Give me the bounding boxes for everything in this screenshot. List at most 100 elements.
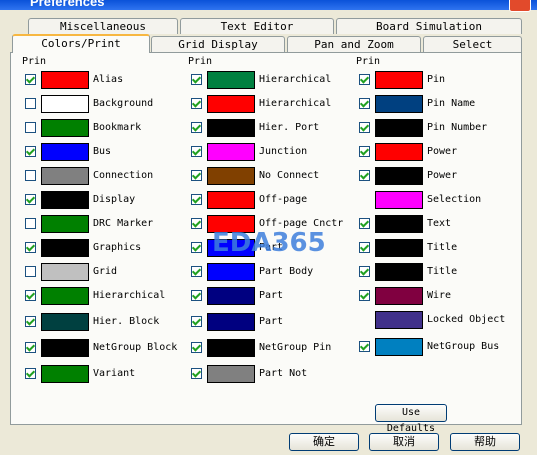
color-label: Variant: [93, 368, 136, 379]
print-checkbox[interactable]: [359, 341, 370, 352]
color-swatch[interactable]: [375, 167, 423, 185]
color-swatch[interactable]: [207, 143, 255, 161]
print-checkbox[interactable]: [25, 146, 36, 157]
color-swatch[interactable]: [207, 287, 255, 305]
title-bar: Preferences: [0, 0, 537, 12]
color-swatch[interactable]: [207, 191, 255, 209]
color-swatch[interactable]: [41, 339, 89, 357]
print-checkbox[interactable]: [191, 342, 202, 353]
color-swatch[interactable]: [375, 215, 423, 233]
color-swatch[interactable]: [375, 263, 423, 281]
ok-button[interactable]: 确定: [289, 433, 359, 451]
color-swatch[interactable]: [207, 119, 255, 137]
tab-text-editor[interactable]: Text Editor: [180, 18, 334, 34]
color-swatch[interactable]: [41, 365, 89, 383]
print-checkbox[interactable]: [191, 146, 202, 157]
color-swatch[interactable]: [375, 239, 423, 257]
print-checkbox[interactable]: [25, 74, 36, 85]
help-button[interactable]: 帮助: [450, 433, 520, 451]
color-swatch[interactable]: [375, 143, 423, 161]
print-checkbox[interactable]: [359, 218, 370, 229]
color-swatch[interactable]: [207, 95, 255, 113]
color-swatch[interactable]: [41, 287, 89, 305]
color-swatch[interactable]: [41, 167, 89, 185]
print-checkbox[interactable]: [25, 368, 36, 379]
color-label: No Connect: [259, 170, 320, 181]
color-label: Part Body: [259, 266, 314, 277]
print-checkbox[interactable]: [191, 316, 202, 327]
print-checkbox[interactable]: [191, 122, 202, 133]
tab-colors-print[interactable]: Colors/Print: [12, 34, 150, 53]
use-defaults-button[interactable]: Use Defaults: [375, 404, 447, 434]
print-checkbox[interactable]: [191, 242, 202, 253]
color-swatch[interactable]: [207, 339, 255, 357]
tab-select[interactable]: Select: [423, 36, 522, 52]
color-label: Part: [259, 316, 284, 327]
color-swatch[interactable]: [41, 263, 89, 281]
color-swatch[interactable]: [375, 119, 423, 137]
color-swatch[interactable]: [375, 287, 423, 305]
color-label: DRC Marker: [93, 218, 154, 229]
color-swatch[interactable]: [375, 338, 423, 356]
print-checkbox[interactable]: [359, 242, 370, 253]
color-label: Part: [259, 290, 284, 301]
color-swatch[interactable]: [207, 263, 255, 281]
color-label: Hierarchical: [259, 98, 332, 109]
tab-pan-and-zoom[interactable]: Pan and Zoom: [287, 36, 421, 52]
color-label: Power: [427, 170, 458, 181]
color-swatch[interactable]: [41, 215, 89, 233]
tab-grid-display[interactable]: Grid Display: [151, 36, 285, 52]
print-checkbox[interactable]: [359, 290, 370, 301]
print-checkbox[interactable]: [191, 98, 202, 109]
color-swatch[interactable]: [41, 95, 89, 113]
color-label: Bookmark: [93, 122, 142, 133]
print-checkbox[interactable]: [25, 266, 36, 277]
color-swatch[interactable]: [41, 143, 89, 161]
print-checkbox[interactable]: [359, 146, 370, 157]
color-swatch[interactable]: [375, 191, 423, 209]
print-checkbox[interactable]: [359, 98, 370, 109]
print-checkbox[interactable]: [359, 170, 370, 181]
print-checkbox[interactable]: [191, 266, 202, 277]
print-checkbox[interactable]: [359, 74, 370, 85]
tab-board-simulation[interactable]: Board Simulation: [336, 18, 522, 34]
color-swatch[interactable]: [41, 313, 89, 331]
color-label: Hier. Block: [93, 316, 160, 327]
color-swatch[interactable]: [207, 313, 255, 331]
color-label: Junction: [259, 146, 308, 157]
color-swatch[interactable]: [41, 119, 89, 137]
color-swatch[interactable]: [375, 71, 423, 89]
print-checkbox[interactable]: [25, 242, 36, 253]
color-label: Bus: [93, 146, 112, 157]
color-label: Text: [427, 218, 452, 229]
color-swatch[interactable]: [375, 311, 423, 329]
color-label: Graphics: [93, 242, 142, 253]
color-label: Hierarchical: [259, 74, 332, 85]
print-checkbox[interactable]: [25, 218, 36, 229]
print-checkbox[interactable]: [25, 122, 36, 133]
print-checkbox[interactable]: [25, 342, 36, 353]
color-swatch[interactable]: [41, 239, 89, 257]
print-checkbox[interactable]: [359, 266, 370, 277]
print-checkbox[interactable]: [25, 170, 36, 181]
print-checkbox[interactable]: [191, 194, 202, 205]
print-checkbox[interactable]: [25, 194, 36, 205]
print-checkbox[interactable]: [191, 218, 202, 229]
color-swatch[interactable]: [207, 365, 255, 383]
color-swatch[interactable]: [375, 95, 423, 113]
print-checkbox[interactable]: [25, 290, 36, 301]
tab-miscellaneous[interactable]: Miscellaneous: [28, 18, 178, 34]
print-checkbox[interactable]: [191, 290, 202, 301]
print-checkbox[interactable]: [191, 368, 202, 379]
print-checkbox[interactable]: [191, 170, 202, 181]
color-label: Grid: [93, 266, 118, 277]
print-checkbox[interactable]: [25, 98, 36, 109]
color-swatch[interactable]: [41, 191, 89, 209]
close-icon[interactable]: [509, 0, 531, 12]
color-swatch[interactable]: [41, 71, 89, 89]
color-swatch[interactable]: [207, 71, 255, 89]
print-checkbox[interactable]: [25, 316, 36, 327]
color-swatch[interactable]: [207, 167, 255, 185]
print-checkbox[interactable]: [359, 122, 370, 133]
print-checkbox[interactable]: [191, 74, 202, 85]
